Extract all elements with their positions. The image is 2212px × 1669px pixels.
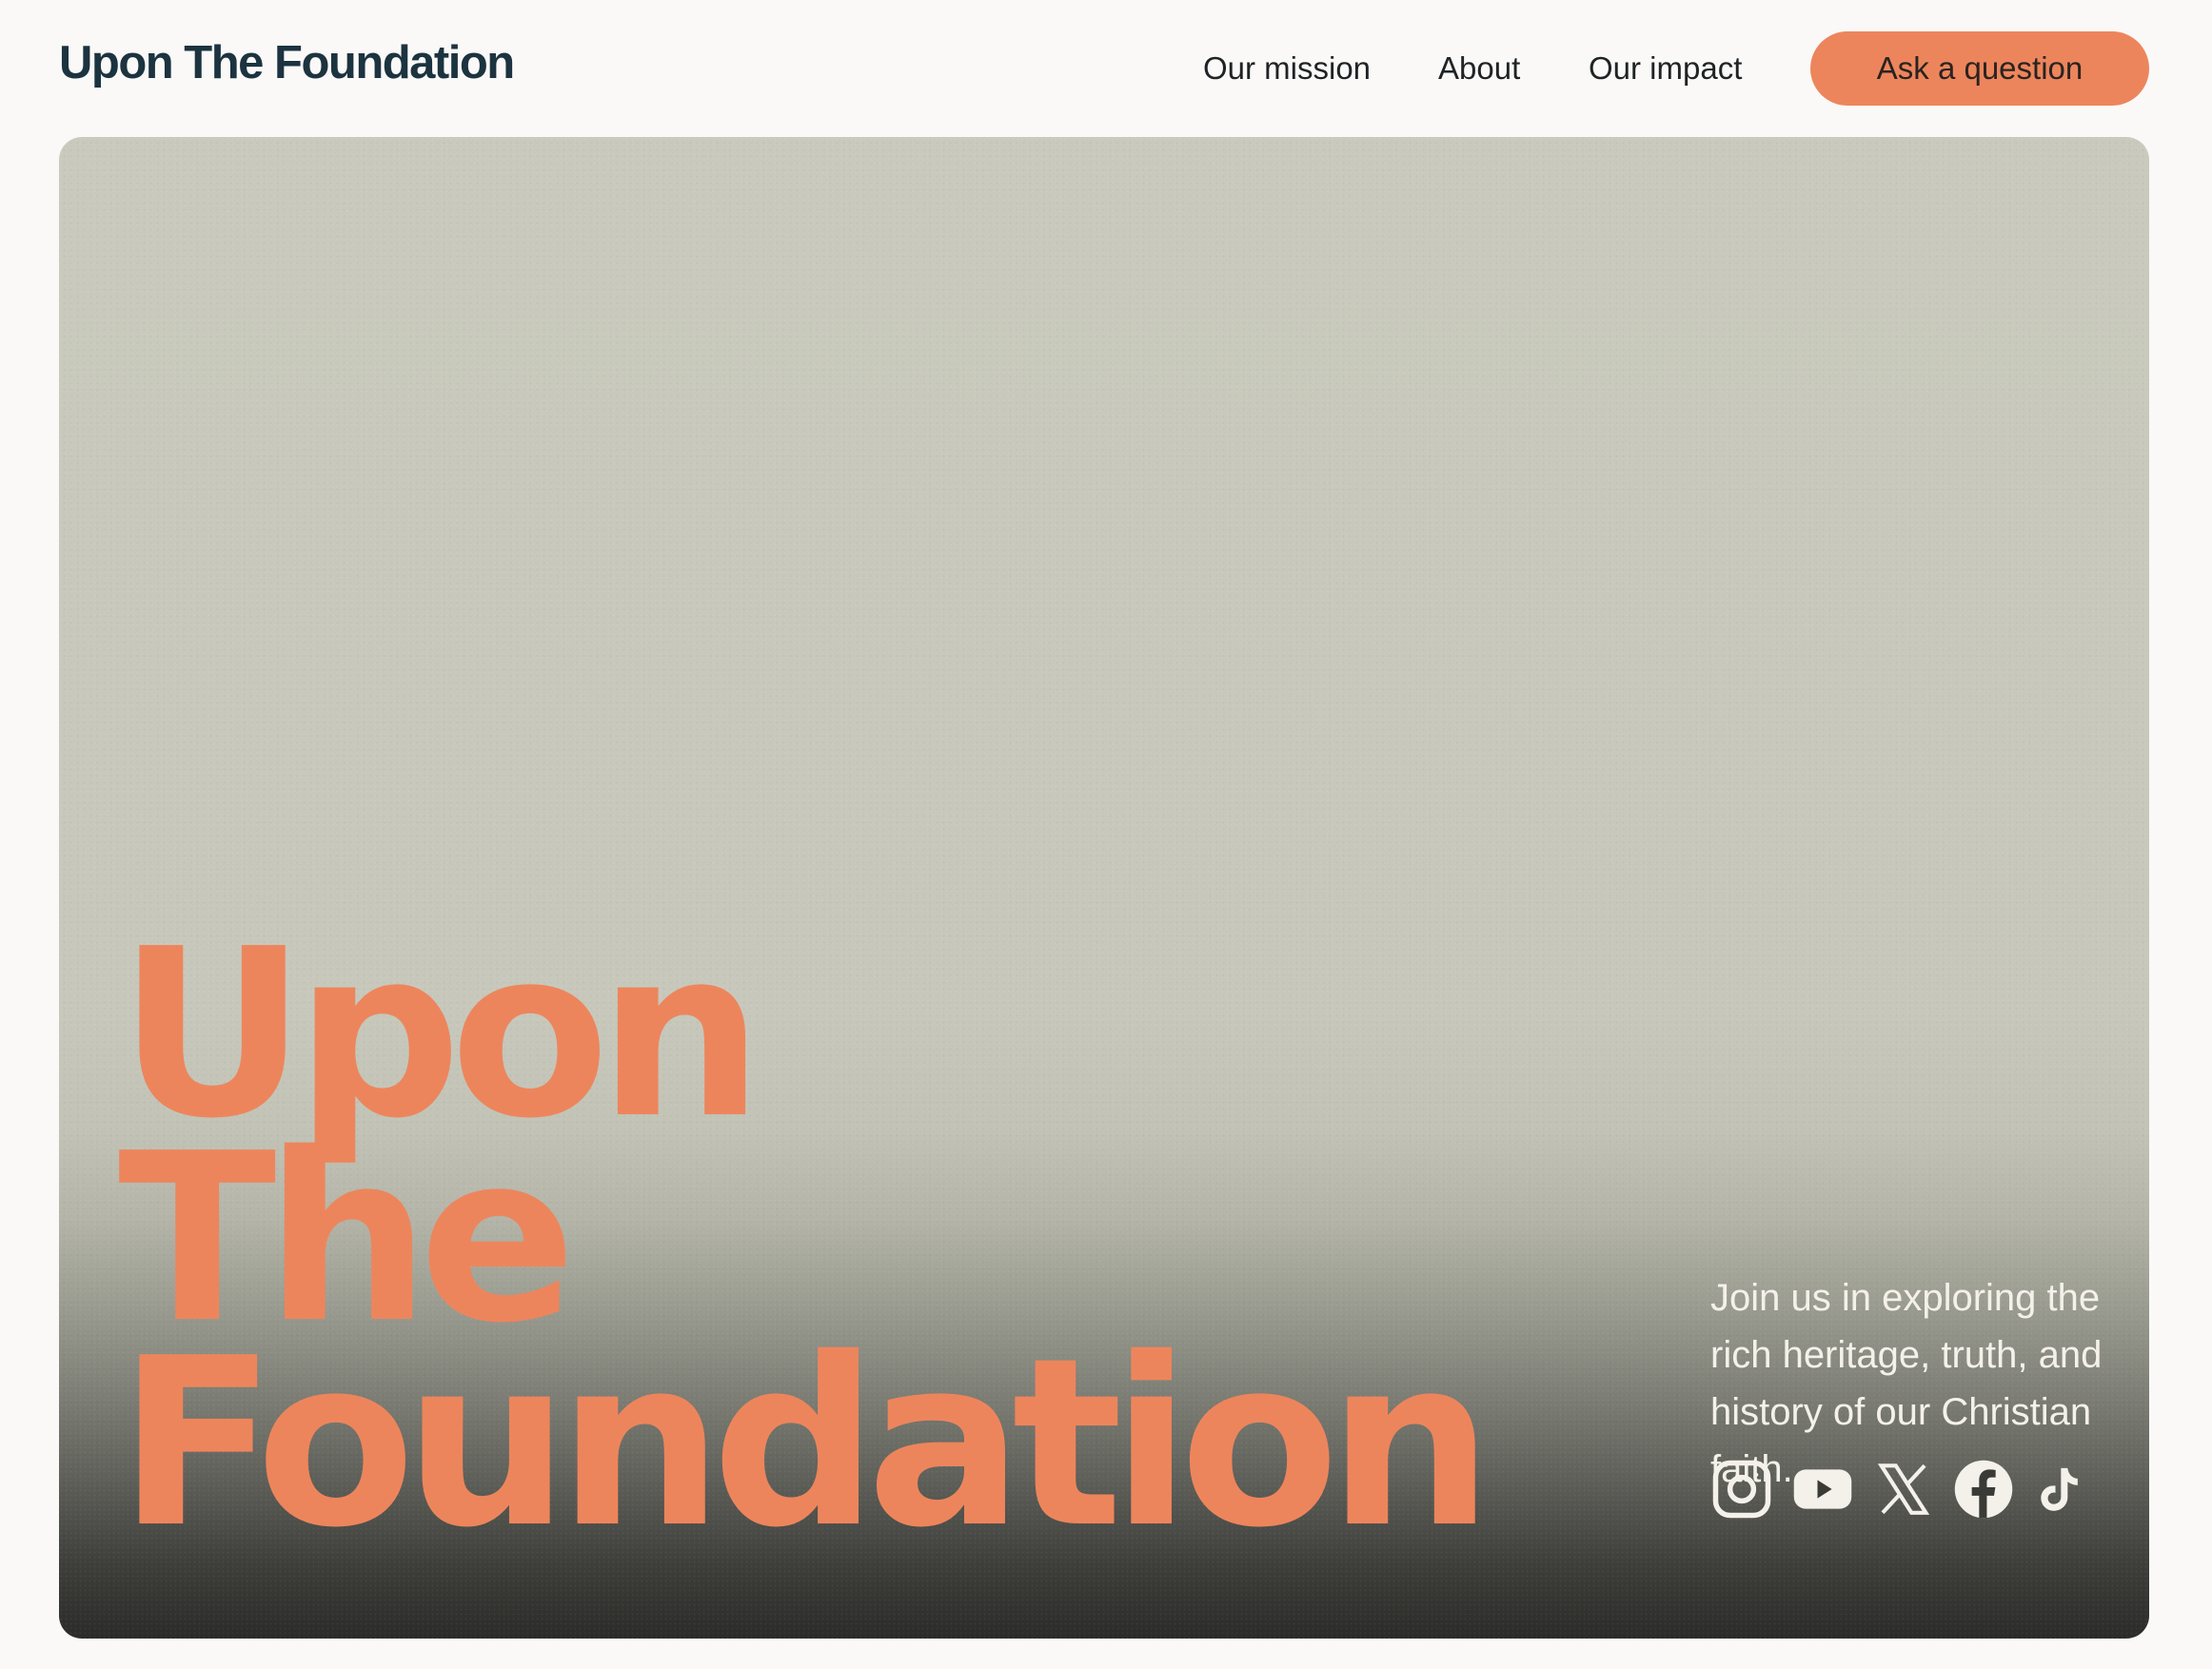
hero-section: Upon The Foundation Join us in exploring… <box>59 137 2149 1639</box>
nav-link-our-impact[interactable]: Our impact <box>1589 48 1742 89</box>
site-header: Upon The Foundation Our mission About Ou… <box>0 0 2212 137</box>
x-icon[interactable] <box>1872 1458 1935 1521</box>
tiktok-icon[interactable] <box>2032 1458 2085 1521</box>
brand-logo-text[interactable]: Upon The Foundation <box>59 36 515 89</box>
youtube-icon[interactable] <box>1790 1458 1855 1521</box>
facebook-icon[interactable] <box>1952 1458 2015 1521</box>
nav-link-about[interactable]: About <box>1438 48 1520 89</box>
ask-a-question-button[interactable]: Ask a question <box>1810 31 2149 106</box>
hero-headline: Upon The Foundation <box>118 918 1493 1579</box>
instagram-icon[interactable] <box>1710 1458 1773 1521</box>
headline-line-foundation: Foundation <box>118 1308 1493 1579</box>
nav-link-our-mission[interactable]: Our mission <box>1203 48 1371 89</box>
